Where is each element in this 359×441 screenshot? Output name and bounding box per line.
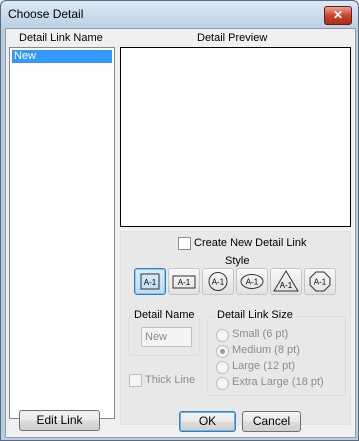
- style-octagon-icon: A-1: [309, 271, 331, 292]
- style-square-button[interactable]: A-1: [134, 268, 166, 295]
- detail-preview-header: Detail Preview: [197, 32, 268, 44]
- list-item[interactable]: New: [12, 50, 112, 63]
- style-rectangle-icon: A-1: [172, 275, 196, 289]
- size-small-label[interactable]: Small (6 pt): [232, 328, 288, 340]
- style-octagon-button[interactable]: A-1: [304, 268, 336, 295]
- thick-line-checkbox[interactable]: [129, 374, 142, 387]
- style-circle-icon: A-1: [208, 272, 228, 291]
- dialog-body: Detail Link Name New Detail Preview Crea…: [5, 28, 356, 438]
- title-bar[interactable]: Choose Detail ✕: [1, 1, 358, 28]
- style-ellipse-button[interactable]: A-1: [236, 268, 268, 295]
- svg-text:A-1: A-1: [280, 281, 293, 290]
- size-extra-large-label[interactable]: Extra Large (18 pt): [232, 376, 324, 388]
- size-large-label[interactable]: Large (12 pt): [232, 360, 295, 372]
- style-triangle-button[interactable]: A-1: [270, 268, 302, 295]
- close-icon: ✕: [332, 8, 344, 22]
- dialog-window: Choose Detail ✕ Detail Link Name New Det…: [0, 0, 359, 441]
- svg-text:A-1: A-1: [246, 278, 259, 287]
- svg-text:A-1: A-1: [144, 278, 157, 287]
- size-small-radio[interactable]: [216, 329, 229, 342]
- window-title: Choose Detail: [8, 7, 84, 21]
- create-new-checkbox[interactable]: [178, 237, 191, 250]
- thick-line-label[interactable]: Thick Line: [145, 374, 195, 386]
- style-square-icon: A-1: [140, 273, 160, 290]
- style-ellipse-icon: A-1: [240, 274, 264, 289]
- size-large-radio[interactable]: [216, 361, 229, 374]
- edit-link-button[interactable]: Edit Link: [19, 410, 100, 431]
- ok-button[interactable]: OK: [179, 411, 236, 432]
- detail-link-name-header: Detail Link Name: [19, 32, 103, 44]
- svg-text:A-1: A-1: [212, 278, 225, 287]
- detail-name-input[interactable]: New: [141, 327, 192, 347]
- style-title: Style: [225, 255, 250, 267]
- style-triangle-icon: A-1: [273, 270, 299, 292]
- create-new-label[interactable]: Create New Detail Link: [194, 237, 307, 249]
- cancel-button[interactable]: Cancel: [242, 411, 301, 432]
- size-extra-large-radio[interactable]: [216, 377, 229, 390]
- size-medium-radio[interactable]: [216, 345, 229, 358]
- detail-link-list[interactable]: New: [9, 47, 115, 419]
- style-rectangle-button[interactable]: A-1: [168, 268, 200, 295]
- svg-text:A-1: A-1: [178, 278, 191, 287]
- detail-name-title: Detail Name: [132, 309, 197, 321]
- style-circle-button[interactable]: A-1: [202, 268, 234, 295]
- link-size-title: Detail Link Size: [215, 309, 295, 321]
- close-button[interactable]: ✕: [324, 6, 352, 25]
- svg-text:A-1: A-1: [314, 278, 327, 287]
- detail-preview-area: [120, 47, 351, 227]
- size-medium-label[interactable]: Medium (8 pt): [232, 344, 300, 356]
